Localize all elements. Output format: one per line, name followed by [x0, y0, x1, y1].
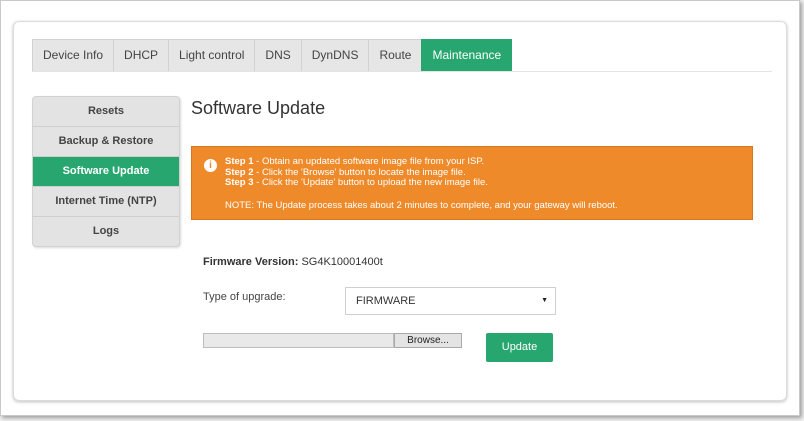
tab-light-control[interactable]: Light control	[168, 39, 255, 72]
alert-note: NOTE: The Update process takes about 2 m…	[225, 200, 618, 211]
sidebar-item-logs[interactable]: Logs	[33, 217, 179, 246]
sidebar-item-internet-time[interactable]: Internet Time (NTP)	[33, 187, 179, 217]
tab-device-info[interactable]: Device Info	[32, 39, 114, 72]
sidebar-item-backup-restore[interactable]: Backup & Restore	[33, 127, 179, 157]
tab-dyndns[interactable]: DynDNS	[300, 39, 369, 72]
upgrade-type-value: FIRMWARE	[356, 295, 416, 307]
step-1-text: - Obtain an updated software image file …	[253, 156, 485, 167]
alert-step-3: Step 3 - Click the 'Update' button to up…	[225, 177, 488, 189]
step-2-label: Step 2	[225, 166, 254, 178]
window-frame: Device Info DHCP Light control DNS DynDN…	[0, 0, 800, 416]
main-panel: Device Info DHCP Light control DNS DynDN…	[13, 21, 787, 401]
step-1-label: Step 1	[225, 156, 254, 167]
tab-maintenance[interactable]: Maintenance	[421, 39, 513, 72]
tab-dhcp[interactable]: DHCP	[113, 39, 169, 72]
step-3-text: - Click the 'Update' button to upload th…	[253, 177, 488, 188]
firmware-version-value: SG4K10001400t	[301, 256, 383, 268]
update-button[interactable]: Update	[486, 333, 553, 362]
browse-button[interactable]: Browse...	[394, 333, 462, 348]
info-alert: i Step 1 - Obtain an updated software im…	[191, 146, 753, 220]
firmware-version-label: Firmware Version:	[203, 256, 299, 268]
step-2-text: - Click the 'Browse' button to locate th…	[253, 166, 466, 178]
file-input: Browse...	[203, 333, 463, 348]
tab-dns[interactable]: DNS	[254, 39, 301, 72]
upgrade-type-select[interactable]: FIRMWARE ▼	[345, 287, 556, 315]
firmware-version: Firmware Version: SG4K10001400t	[203, 256, 383, 268]
step-3-label: Step 3	[225, 177, 254, 188]
tab-route[interactable]: Route	[368, 39, 422, 72]
tab-divider	[32, 71, 772, 72]
file-path-field[interactable]	[203, 333, 394, 348]
chevron-down-icon: ▼	[541, 297, 548, 304]
sidebar: Resets Backup & Restore Software Update …	[32, 96, 180, 247]
upgrade-type-label: Type of upgrade:	[203, 291, 286, 303]
page-title: Software Update	[191, 98, 326, 118]
top-tabs: Device Info DHCP Light control DNS DynDN…	[32, 39, 513, 72]
info-icon: i	[204, 159, 217, 172]
alert-steps: Step 1 - Obtain an updated software imag…	[225, 156, 488, 189]
sidebar-item-software-update[interactable]: Software Update	[33, 157, 179, 187]
sidebar-item-resets[interactable]: Resets	[33, 97, 179, 127]
